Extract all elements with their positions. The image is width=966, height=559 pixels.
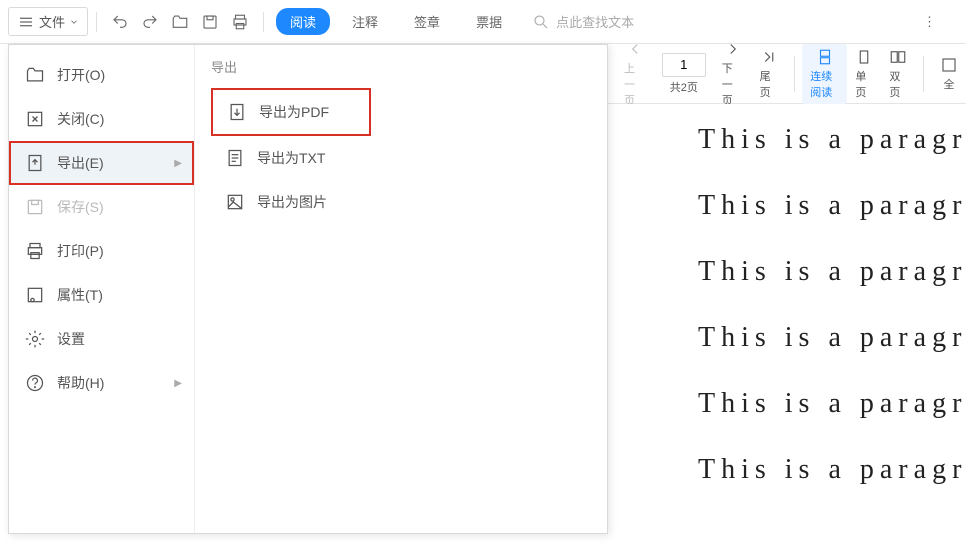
search-placeholder: 点此查找文本 <box>556 12 634 31</box>
double-page-icon <box>889 48 907 66</box>
menu-export[interactable]: 导出(E) ▶ <box>9 141 194 185</box>
print-button[interactable] <box>231 13 249 31</box>
chevron-right-icon: ▶ <box>174 378 182 389</box>
file-menu-list: 打开(O) 关闭(C) 导出(E) ▶ 保存(S) 打印(P) 属性(T) 设置 <box>9 45 195 533</box>
hamburger-icon <box>17 13 35 31</box>
tab-sign[interactable]: 签章 <box>400 8 454 35</box>
search-input[interactable]: 点此查找文本 <box>532 12 634 31</box>
menu-properties[interactable]: 属性(T) <box>9 273 194 317</box>
file-menu-panel: 打开(O) 关闭(C) 导出(E) ▶ 保存(S) 打印(P) 属性(T) 设置 <box>8 44 608 534</box>
double-view-button[interactable]: 双页 <box>881 44 915 104</box>
continuous-icon <box>816 48 834 66</box>
navigation-bar: 上一页 共2页 下一页 尾页 连续阅读 单页 双页 全 <box>608 44 966 104</box>
help-icon <box>25 373 45 393</box>
single-view-button[interactable]: 单页 <box>847 44 881 104</box>
export-image[interactable]: 导出为图片 <box>211 180 371 224</box>
menu-settings[interactable]: 设置 <box>9 317 194 361</box>
divider <box>923 56 924 92</box>
text-line: This is a paragraph <box>698 124 966 156</box>
folder-open-icon <box>25 65 45 85</box>
save-button[interactable] <box>201 13 219 31</box>
divider <box>794 56 795 92</box>
export-icon <box>25 153 45 173</box>
chevron-left-icon <box>626 40 644 58</box>
last-page-button[interactable]: 尾页 <box>752 44 786 104</box>
undo-icon <box>111 13 129 31</box>
single-page-icon <box>855 48 873 66</box>
chevron-right-icon <box>724 40 742 58</box>
file-menu-label: 文件 <box>39 12 65 31</box>
more-button[interactable]: ⋮ <box>923 14 938 30</box>
fullscreen-button[interactable]: 全 <box>932 52 958 96</box>
chevron-right-icon: ▶ <box>174 158 182 169</box>
print-icon <box>231 13 249 31</box>
chevron-down-icon <box>69 17 79 27</box>
pdf-icon <box>227 102 247 122</box>
prev-page-button[interactable]: 上一页 <box>616 36 654 112</box>
text-line: This is a paragraph <box>698 322 966 354</box>
gear-icon <box>25 329 45 349</box>
properties-icon <box>25 285 45 305</box>
undo-button[interactable] <box>111 13 129 31</box>
close-doc-icon <box>25 109 45 129</box>
export-pdf[interactable]: 导出为PDF <box>211 88 371 136</box>
menu-help[interactable]: 帮助(H) ▶ <box>9 361 194 405</box>
print-icon <box>25 241 45 261</box>
open-button[interactable] <box>171 13 189 31</box>
tab-read[interactable]: 阅读 <box>276 8 330 35</box>
text-line: This is a paragraph <box>698 190 966 222</box>
document-viewport: This is a paragraph This is a paragraph … <box>610 104 966 559</box>
menu-close[interactable]: 关闭(C) <box>9 97 194 141</box>
last-page-icon <box>760 48 778 66</box>
redo-icon <box>141 13 159 31</box>
fullscreen-icon <box>940 56 958 74</box>
divider <box>263 12 264 32</box>
txt-icon <box>225 148 245 168</box>
tab-annotate[interactable]: 注释 <box>338 8 392 35</box>
redo-button[interactable] <box>141 13 159 31</box>
submenu-title: 导出 <box>211 57 591 76</box>
main-toolbar: 文件 阅读 注释 签章 票据 点此查找文本 ⋮ <box>0 0 966 44</box>
page-indicator: 共2页 <box>654 49 714 99</box>
search-icon <box>532 13 550 31</box>
export-txt[interactable]: 导出为TXT <box>211 136 371 180</box>
text-line: This is a paragraph <box>698 256 966 288</box>
continuous-view-button[interactable]: 连续阅读 <box>802 44 847 104</box>
page-number-input[interactable] <box>662 53 706 77</box>
export-submenu: 导出 导出为PDF 导出为TXT 导出为图片 <box>195 45 607 533</box>
save-icon <box>25 197 45 217</box>
tab-ticket[interactable]: 票据 <box>462 8 516 35</box>
menu-open[interactable]: 打开(O) <box>9 53 194 97</box>
save-icon <box>201 13 219 31</box>
text-line: This is a paragraph <box>698 388 966 420</box>
text-line: This is a paragraph <box>698 454 966 486</box>
next-page-button[interactable]: 下一页 <box>714 36 752 112</box>
menu-save: 保存(S) <box>9 185 194 229</box>
divider <box>96 12 97 32</box>
image-icon <box>225 192 245 212</box>
menu-print[interactable]: 打印(P) <box>9 229 194 273</box>
file-menu-button[interactable]: 文件 <box>8 7 88 36</box>
folder-icon <box>171 13 189 31</box>
